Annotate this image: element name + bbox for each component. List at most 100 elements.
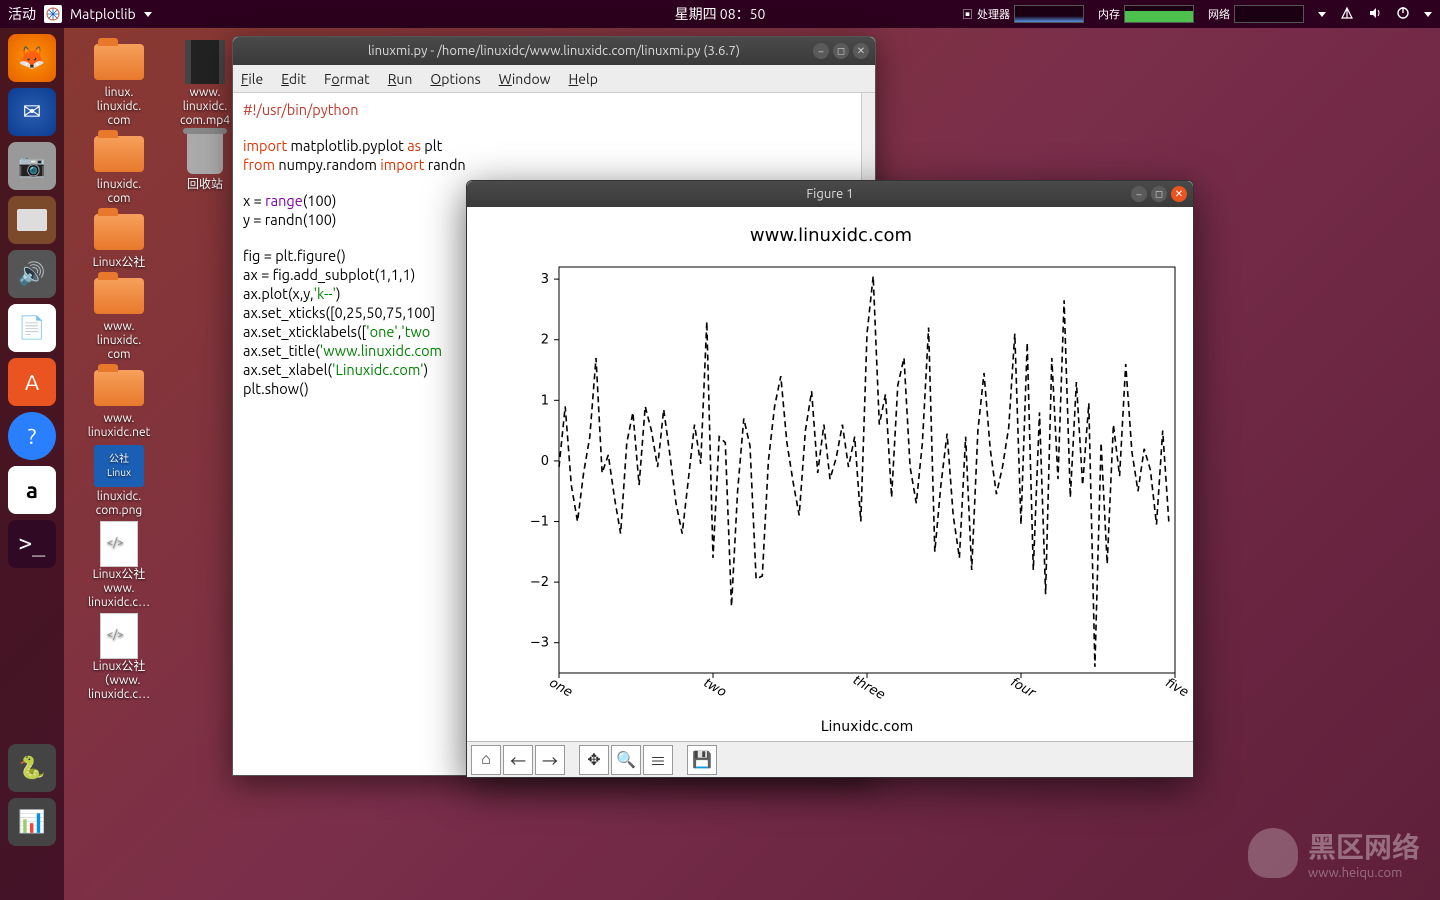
meter-app-icon: ▣: [962, 6, 973, 22]
net-label: 网络: [1208, 6, 1230, 22]
desktop-icon-label: Linux公社: [93, 256, 146, 270]
svg-text:2: 2: [541, 333, 549, 348]
network-icon[interactable]: [1340, 6, 1354, 23]
menu-run[interactable]: Run: [388, 71, 413, 87]
svg-text:1: 1: [541, 393, 549, 408]
close-button[interactable]: ✕: [1171, 186, 1187, 202]
launcher-camera[interactable]: 📷: [8, 142, 56, 190]
figure-canvas[interactable]: www.linuxidc.com −3 −2 −1 0 1 2 3 one two three fou…: [467, 207, 1193, 741]
svg-text:five: five: [1163, 675, 1191, 700]
cpu-label: 处理器: [977, 6, 1010, 22]
svg-text:0: 0: [541, 454, 549, 469]
idle-title-text: linuxmi.py - /home/linuxidc/www.linuxidc…: [368, 44, 740, 58]
svg-text:Linuxidc.com: Linuxidc.com: [821, 719, 914, 735]
desktop-icon[interactable]: linux. linuxidc. com: [76, 40, 162, 128]
matplotlib-app-icon: [44, 5, 62, 23]
power-icon[interactable]: [1396, 6, 1410, 23]
figure-titlebar[interactable]: Figure 1 – ◻ ✕: [467, 181, 1193, 207]
desktop-icon[interactable]: 公社Linuxlinuxidc. com.png: [76, 444, 162, 518]
desktop-icon-label: linuxidc. com: [97, 178, 141, 206]
figure-toolbar: ⌂ ← → ✥ 🔍 ≡ 💾: [467, 741, 1193, 777]
svg-text:−1: −1: [530, 515, 549, 530]
watermark-text: 黑区网络: [1308, 826, 1420, 866]
mem-label: 内存: [1098, 6, 1120, 22]
launcher-help[interactable]: ?: [8, 412, 56, 460]
svg-text:−2: −2: [530, 575, 549, 590]
desktop-icon[interactable]: www. linuxidc. com: [76, 274, 162, 362]
mem-graph: [1124, 5, 1194, 23]
mem-meter[interactable]: 内存: [1098, 5, 1194, 23]
toolbar-home-button[interactable]: ⌂: [471, 745, 501, 775]
desktop-icon[interactable]: Linux公社 www. linuxidc.c…: [76, 522, 162, 610]
idle-titlebar[interactable]: linuxmi.py - /home/linuxidc/www.linuxidc…: [233, 37, 875, 65]
launcher-amazon[interactable]: a: [8, 466, 56, 514]
matplotlib-figure-window: Figure 1 – ◻ ✕ www.linuxidc.com −3 −2 −1 0 1 2…: [466, 180, 1194, 778]
toolbar-zoom-button[interactable]: 🔍: [611, 745, 641, 775]
menu-window[interactable]: Window: [499, 71, 551, 87]
svg-text:two: two: [701, 676, 729, 701]
desktop-icon-label: linuxidc. com.png: [96, 490, 143, 518]
cpu-meter[interactable]: ▣处理器: [962, 5, 1084, 23]
toolbar-pan-button[interactable]: ✥: [579, 745, 609, 775]
launcher-writer[interactable]: 📄: [8, 304, 56, 352]
launcher-dock: 🦊 ✉ 📷 🔊 📄 A ? a >_ 🐍 📊: [0, 28, 64, 900]
chart-svg: www.linuxidc.com −3 −2 −1 0 1 2 3 one two three fou…: [467, 207, 1195, 743]
svg-text:−3: −3: [530, 636, 549, 651]
launcher-thunderbird[interactable]: ✉: [8, 88, 56, 136]
desktop-icon-label: 回收站: [187, 178, 223, 192]
launcher-firefox[interactable]: 🦊: [8, 34, 56, 82]
launcher-running2[interactable]: 📊: [8, 798, 56, 846]
top-panel: 活动 Matplotlib 星期四 08：50 ▣处理器 内存 网络: [0, 0, 1440, 28]
tray-arrow-icon[interactable]: [1318, 12, 1326, 17]
toolbar-forward-button[interactable]: →: [535, 745, 565, 775]
desktop-icon-label: linux. linuxidc. com: [97, 86, 141, 128]
minimize-button[interactable]: –: [1131, 186, 1147, 202]
launcher-rhythmbox[interactable]: 🔊: [8, 250, 56, 298]
menu-options[interactable]: Options: [430, 71, 480, 87]
desktop-icon-label: www. linuxidc. com.mp4: [180, 86, 230, 128]
toolbar-back-button[interactable]: ←: [503, 745, 533, 775]
svg-text:one: one: [547, 675, 575, 700]
app-menu-name[interactable]: Matplotlib: [70, 6, 136, 22]
minimize-button[interactable]: –: [813, 43, 829, 59]
menu-help[interactable]: Help: [569, 71, 598, 87]
maximize-button[interactable]: ◻: [1151, 186, 1167, 202]
desktop: linux. linuxidc. com www. linuxidc. com.…: [76, 40, 248, 702]
launcher-software[interactable]: A: [8, 358, 56, 406]
toolbar-save-button[interactable]: 💾: [687, 745, 717, 775]
svg-text:3: 3: [541, 272, 549, 287]
menu-file[interactable]: File: [241, 71, 263, 87]
activities-button[interactable]: 活动: [8, 4, 36, 24]
net-graph: [1234, 5, 1304, 23]
launcher-files[interactable]: [8, 196, 56, 244]
close-button[interactable]: ✕: [853, 43, 869, 59]
maximize-button[interactable]: ◻: [833, 43, 849, 59]
toolbar-configure-button[interactable]: ≡: [643, 745, 673, 775]
system-menu-arrow-icon[interactable]: [1424, 12, 1432, 17]
desktop-icon-label: Linux公社 （www. linuxidc.c…: [88, 660, 150, 702]
desktop-icon[interactable]: Linux公社: [76, 210, 162, 270]
desktop-icon-label: www. linuxidc.net: [88, 412, 151, 440]
volume-icon[interactable]: [1368, 6, 1382, 23]
desktop-icon[interactable]: www. linuxidc.net: [76, 366, 162, 440]
desktop-icon-label: Linux公社 www. linuxidc.c…: [88, 568, 150, 610]
launcher-running1[interactable]: 🐍: [8, 744, 56, 792]
watermark: 黑区网络 www.heiqu.com: [1248, 826, 1420, 880]
net-meter[interactable]: 网络: [1208, 5, 1304, 23]
desktop-icon-label: www. linuxidc. com: [97, 320, 141, 362]
cpu-graph: [1014, 5, 1084, 23]
app-menu-arrow-icon[interactable]: [144, 12, 152, 17]
menu-format[interactable]: Format: [324, 71, 370, 87]
desktop-icon[interactable]: linuxidc. com: [76, 132, 162, 206]
launcher-terminal[interactable]: >_: [8, 520, 56, 568]
launcher-show-apps[interactable]: [8, 852, 56, 900]
figure-title-text: Figure 1: [806, 187, 853, 201]
svg-text:four: four: [1008, 675, 1040, 702]
watermark-logo-icon: [1248, 828, 1298, 878]
svg-text:three: three: [850, 673, 888, 703]
svg-text:www.linuxidc.com: www.linuxidc.com: [750, 225, 912, 246]
desktop-icon[interactable]: Linux公社 （www. linuxidc.c…: [76, 614, 162, 702]
watermark-subtext: www.heiqu.com: [1308, 866, 1420, 880]
clock[interactable]: 星期四 08：50: [675, 4, 766, 24]
menu-edit[interactable]: Edit: [281, 71, 306, 87]
